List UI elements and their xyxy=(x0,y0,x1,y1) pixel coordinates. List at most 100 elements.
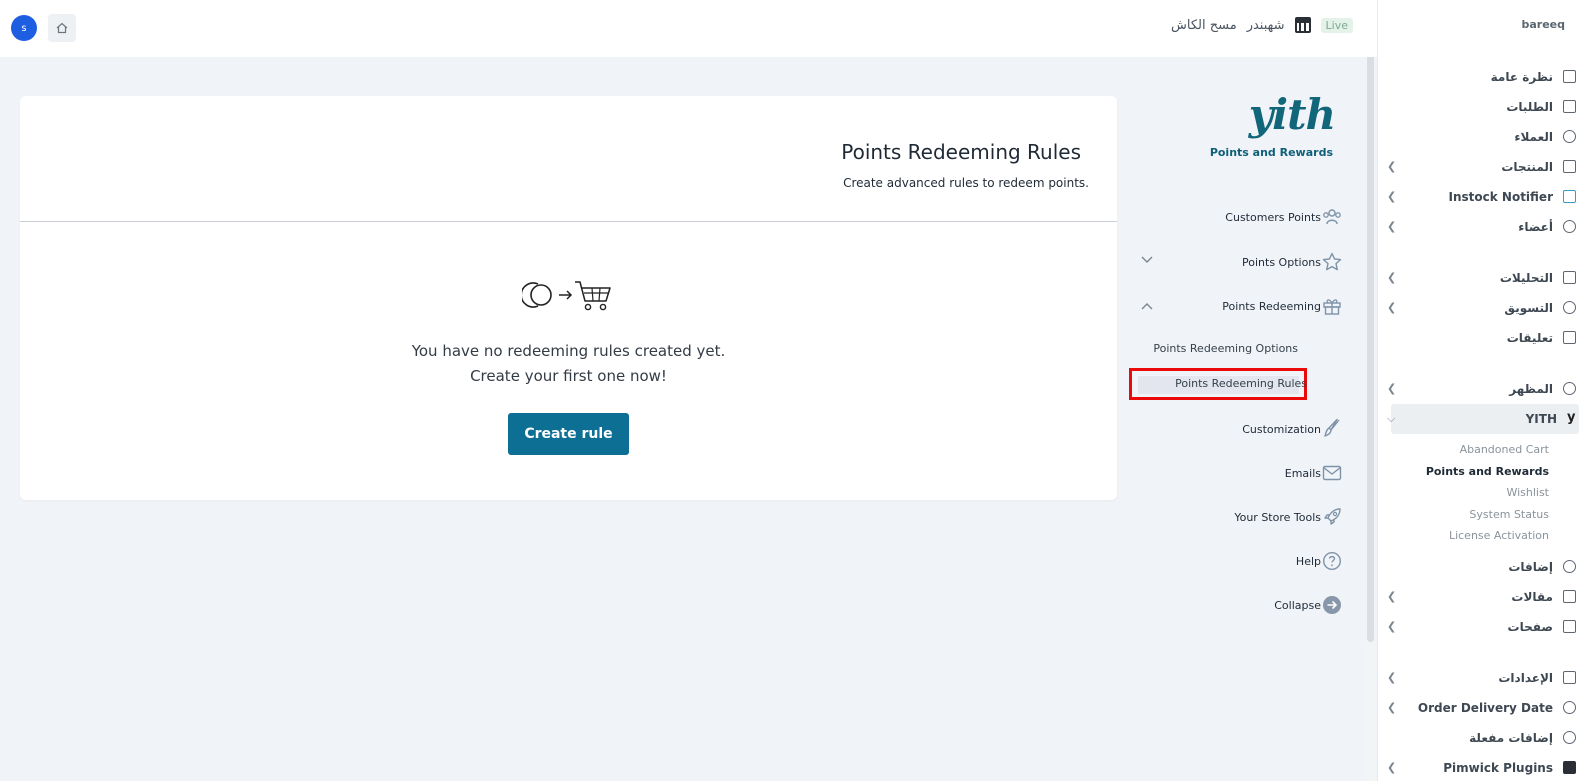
chevron-left-icon: ❮ xyxy=(1387,190,1397,203)
empty-state-message: You have no redeeming rules created yet. xyxy=(411,342,726,360)
submenu-item-points-and-rewards[interactable]: Points and Rewards xyxy=(1377,461,1589,483)
collapse-arrow-icon[interactable] xyxy=(1322,595,1342,615)
puzzle-icon xyxy=(1563,730,1576,744)
chevron-left-icon: ❮ xyxy=(1387,220,1397,233)
sidebar-item-orders[interactable]: الطلبات xyxy=(1377,92,1589,122)
plugin-title: Points and Rewards xyxy=(1209,146,1333,159)
sidebar-item-settings[interactable]: ❮ الإعدادات xyxy=(1377,663,1589,693)
chart-icon xyxy=(1563,70,1576,83)
sidebar-item-addons[interactable]: إضافات xyxy=(1377,552,1589,582)
users-icon xyxy=(1563,130,1576,143)
chevron-left-icon: ❮ xyxy=(1387,301,1397,314)
avatar[interactable]: s xyxy=(11,15,37,41)
chevron-left-icon: ❮ xyxy=(1387,160,1397,173)
chevron-left-icon: ❮ xyxy=(1387,382,1397,395)
chevron-down-icon: ⌵ xyxy=(1387,412,1396,425)
live-badge: Live xyxy=(1320,17,1353,33)
sidebar-item-label: نظرة عامة xyxy=(1490,70,1553,84)
chevron-down-icon[interactable] xyxy=(1140,254,1154,268)
menu-points-redeeming[interactable]: Points Redeeming xyxy=(1222,300,1321,313)
chevron-left-icon: ❮ xyxy=(1387,619,1397,633)
home-button[interactable] xyxy=(48,14,76,42)
sidebar-item-instock-notifier[interactable]: ❮ Instock Notifier xyxy=(1377,182,1589,212)
store-logo-icon xyxy=(1294,17,1311,33)
sidebar-item-pages[interactable]: ❮ صفحات xyxy=(1377,612,1589,642)
menu-collapse[interactable]: Collapse xyxy=(1274,599,1321,612)
sidebar-item-active-addons[interactable]: إضافات مفعلة xyxy=(1377,723,1589,753)
pw-icon xyxy=(1563,760,1576,774)
chevron-up-icon[interactable] xyxy=(1140,300,1154,314)
yith-logo: yith xyxy=(1248,90,1336,139)
bell-icon xyxy=(1563,190,1576,203)
menu-help[interactable]: Help xyxy=(1296,555,1321,568)
gift-icon xyxy=(1322,296,1342,316)
sidebar-item-label: المظهر xyxy=(1509,382,1553,396)
sidebar-item-label: Pimwick Plugins xyxy=(1443,760,1553,775)
chevron-left-icon: ❮ xyxy=(1387,670,1397,684)
sidebar-item-posts[interactable]: ❮ مقالات xyxy=(1377,582,1589,612)
sidebar-item-appearance[interactable]: ❮ المظهر xyxy=(1377,374,1589,404)
sidebar-item-label: التسويق xyxy=(1504,301,1553,315)
submenu-points-redeeming-rules[interactable]: Points Redeeming Rules xyxy=(1175,377,1307,390)
sidebar-item-label: إضافات xyxy=(1508,559,1553,574)
sidebar-item-order-delivery-date[interactable]: ❮ Order Delivery Date xyxy=(1377,693,1589,723)
store-name[interactable]: شهبندر xyxy=(1247,18,1285,33)
yith-submenu: Abandoned Cart Points and Rewards Wishli… xyxy=(1377,434,1589,552)
sidebar-item-overview[interactable]: نظرة عامة xyxy=(1377,62,1589,92)
submenu-item-system-status[interactable]: System Status xyxy=(1377,504,1589,526)
rules-card: Points Redeeming Rules Create advanced r… xyxy=(20,96,1117,500)
box-icon xyxy=(1563,160,1576,173)
comment-icon xyxy=(1563,331,1576,344)
brush-icon xyxy=(1322,418,1342,438)
sidebar-item-label: Instock Notifier xyxy=(1448,190,1554,204)
help-icon xyxy=(1322,551,1342,571)
sidebar-item-customers[interactable]: العملاء xyxy=(1377,122,1589,152)
chevron-left-icon: ❮ xyxy=(1387,271,1397,284)
menu-emails[interactable]: Emails xyxy=(1285,467,1321,480)
sidebar-item-products[interactable]: ❮ المنتجات xyxy=(1377,152,1589,182)
menu-customers-points[interactable]: Customers Points xyxy=(1225,211,1321,224)
menu-your-store-tools[interactable]: Your Store Tools xyxy=(1234,511,1321,524)
submenu-points-redeeming-options[interactable]: Points Redeeming Options xyxy=(1153,342,1298,355)
plugin-menu: yith Points and Rewards Customers Points… xyxy=(1129,88,1355,648)
admin-sidebar: bareeq نظرة عامة الطلبات العملاء ❮ المنتج… xyxy=(1377,0,1589,781)
brand-name[interactable]: bareeq xyxy=(1521,18,1565,31)
home-icon xyxy=(56,22,68,34)
top-bar: s مسح الكاش شهبندر Live xyxy=(0,0,1377,57)
top-right-actions: مسح الكاش شهبندر Live xyxy=(1171,17,1353,33)
chevron-left-icon: ❮ xyxy=(1387,760,1397,774)
puzzle-icon xyxy=(1563,559,1576,573)
menu-customization[interactable]: Customization xyxy=(1242,423,1321,436)
divider xyxy=(20,221,1117,222)
sidebar-item-label: المنتجات xyxy=(1501,160,1553,174)
rocket-icon xyxy=(1322,507,1342,527)
page-title: Points Redeeming Rules xyxy=(841,140,1081,164)
empty-state-cta-text: Create your first one now! xyxy=(470,367,667,385)
scrollbar-thumb[interactable] xyxy=(1367,50,1374,642)
sidebar-item-label: أعضاء xyxy=(1518,220,1553,234)
create-rule-button[interactable]: Create rule xyxy=(508,413,629,455)
chart-icon xyxy=(1563,271,1576,284)
page-subtitle: Create advanced rules to redeem points. xyxy=(843,176,1089,190)
avatar-letter: s xyxy=(21,22,27,34)
sidebar-item-label: الطلبات xyxy=(1506,100,1553,114)
sidebar-item-analytics[interactable]: ❮ التحليلات xyxy=(1377,263,1589,293)
sidebar-item-members[interactable]: ❮ أعضاء xyxy=(1377,212,1589,242)
sliders-icon xyxy=(1563,670,1576,684)
admin-nav: نظرة عامة الطلبات العملاء ❮ المنتجات ❮ Ins… xyxy=(1377,62,1589,781)
document-icon xyxy=(1563,589,1576,603)
sidebar-item-yith[interactable]: ⌵ YITH y xyxy=(1387,404,1579,434)
sidebar-item-label: تعليقات xyxy=(1506,331,1553,345)
users-icon xyxy=(1563,220,1576,233)
submenu-item-wishlist[interactable]: Wishlist xyxy=(1377,482,1589,504)
submenu-item-license-activation[interactable]: License Activation xyxy=(1377,525,1589,547)
sidebar-item-label: التحليلات xyxy=(1499,271,1553,285)
sidebar-item-comments[interactable]: تعليقات xyxy=(1377,323,1589,353)
clear-cache-link[interactable]: مسح الكاش xyxy=(1171,18,1237,33)
menu-points-options[interactable]: Points Options xyxy=(1242,256,1321,269)
coin-to-cart-illustration xyxy=(520,279,614,317)
sidebar-item-pimwick-plugins[interactable]: ❮ Pimwick Plugins xyxy=(1377,753,1589,781)
sidebar-item-label: YITH xyxy=(1525,412,1557,426)
submenu-item-abandoned-cart[interactable]: Abandoned Cart xyxy=(1377,439,1589,461)
sidebar-item-marketing[interactable]: ❮ التسويق xyxy=(1377,293,1589,323)
